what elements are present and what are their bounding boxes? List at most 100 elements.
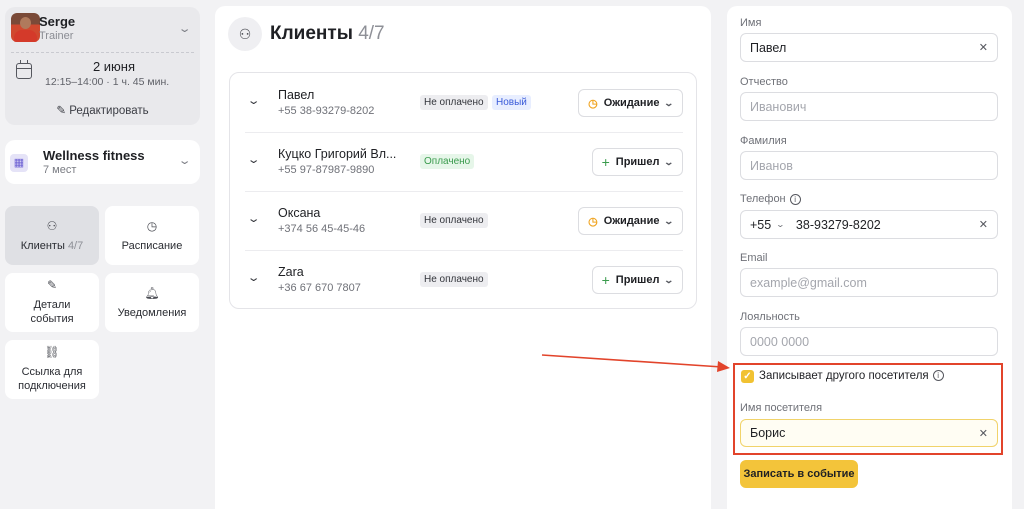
other-visitor-label: Записывает другого посетителя i [759, 370, 944, 382]
plus-icon: + [601, 272, 610, 288]
edit-label: Редактировать [69, 105, 149, 117]
submit-button[interactable]: Записать в событие [740, 460, 858, 488]
status-dropdown[interactable]: ◷ Ожидание ⌄ [578, 89, 683, 117]
nav-tile-clients[interactable]: ⚇ Клиенты 4/7 [5, 206, 99, 265]
info-icon[interactable]: i [789, 193, 801, 205]
status-label: Пришел [615, 274, 660, 286]
annotation-arrow [541, 354, 730, 372]
users-icon: ⚇ [228, 17, 262, 51]
chevron-down-icon: ⌄ [663, 97, 675, 108]
client-name: Павел [278, 88, 315, 102]
clients-title: Клиенты [270, 23, 353, 44]
list-item[interactable]: ⌄ Павел +55 38-93279-8202 Не оплачено Но… [245, 74, 683, 133]
middle-name-field[interactable]: Иванович [740, 92, 998, 121]
edit-event-button[interactable]: ✎ Редактировать [5, 103, 200, 117]
nav-schedule-label: Расписание [121, 240, 183, 252]
chevron-down-icon[interactable]: ⌄ [247, 212, 261, 225]
nav-clients-count: 4/7 [67, 240, 84, 252]
middle-name-placeholder: Иванович [750, 99, 807, 114]
status-dropdown[interactable]: ◷ Ожидание ⌄ [578, 207, 683, 235]
phone-label-text: Телефон [740, 193, 786, 205]
last-name-label: Фамилия [740, 135, 787, 147]
middle-name-label: Отчество [740, 76, 788, 88]
nav-tile-notifications[interactable]: 🔔︎ Уведомления [105, 273, 199, 332]
clear-icon[interactable]: ✕ [979, 427, 988, 440]
client-phone: +55 97-87987-9890 [278, 164, 375, 176]
client-name: Zara [278, 265, 304, 279]
other-visitor-label-text: Записывает другого посетителя [759, 370, 929, 382]
clear-icon[interactable]: ✕ [979, 41, 988, 54]
client-name: Оксана [278, 206, 321, 220]
chevron-down-icon[interactable]: ⌄ [776, 220, 785, 229]
payment-badge: Оплачено [420, 154, 475, 169]
trainer-name: Serge [39, 14, 76, 29]
pencil-icon: ✎ [56, 105, 70, 117]
phone-value: 38-93279-8202 [795, 217, 881, 232]
other-visitor-checkbox[interactable]: ✓ [741, 370, 754, 383]
clock-icon: ◷ [146, 219, 158, 233]
clear-icon[interactable]: ✕ [979, 218, 988, 231]
gym-chevron-down-icon[interactable]: ⌄ [178, 154, 192, 167]
chevron-down-icon: ⌄ [663, 215, 675, 226]
client-phone: +36 67 670 7807 [278, 282, 361, 294]
nav-tile-details[interactable]: ✎ Детали события [5, 273, 99, 332]
last-name-placeholder: Иванов [750, 158, 793, 173]
email-field[interactable]: example@gmail.com [740, 268, 998, 297]
event-time: 12:15–14:00 · 1 ч. 45 мин. [45, 76, 170, 88]
trainer-role: Trainer [39, 30, 74, 42]
phone-field[interactable]: +55 ⌄ 38-93279-8202 ✕ [740, 210, 998, 239]
client-phone: +374 56 45-45-46 [278, 223, 366, 235]
calendar-icon: ▦ [10, 154, 28, 172]
new-badge: Новый [492, 95, 531, 110]
nav-tile-schedule[interactable]: ◷ Расписание [105, 206, 199, 265]
nav-notifications-label: Уведомления [117, 307, 187, 319]
clients-list: ⌄ Павел +55 38-93279-8202 Не оплачено Но… [229, 72, 697, 309]
first-name-label: Имя [740, 17, 762, 29]
chevron-down-icon[interactable]: ⌄ [247, 94, 261, 107]
visitor-name-value: Борис [750, 426, 786, 440]
status-label: Ожидание [603, 97, 660, 109]
country-code-select[interactable]: +55 [750, 218, 771, 232]
nav-clients-label: Клиенты [20, 240, 65, 252]
payment-badge: Не оплачено [420, 95, 488, 110]
document-edit-icon: ✎ [46, 278, 58, 292]
gym-places: 7 мест [43, 164, 77, 176]
client-name: Куцко Григорий Вл... [278, 147, 397, 161]
status-label: Ожидание [603, 215, 660, 227]
chevron-down-icon[interactable]: ⌄ [247, 271, 261, 284]
chevron-down-icon[interactable]: ⌄ [247, 153, 261, 166]
chevron-down-icon: ⌄ [663, 274, 675, 285]
plus-icon: + [601, 154, 610, 170]
phone-label: Телефон i [740, 193, 801, 205]
status-dropdown[interactable]: + Пришел ⌄ [591, 266, 683, 294]
list-item[interactable]: ⌄ Оксана +374 56 45-45-46 Не оплачено ◷ … [245, 192, 683, 251]
status-dropdown[interactable]: + Пришел ⌄ [591, 148, 683, 176]
loyalty-field[interactable]: 0000 0000 [740, 327, 998, 356]
info-icon[interactable]: i [932, 370, 944, 382]
trainer-avatar [11, 13, 40, 42]
clock-icon: ◷ [588, 215, 598, 228]
visitor-name-label: Имя посетителя [740, 402, 823, 414]
gym-name: Wellness fitness [43, 148, 145, 163]
link-icon: ⛓ [44, 345, 60, 359]
status-label: Пришел [615, 156, 660, 168]
users-icon: ⚇ [46, 219, 58, 233]
list-item[interactable]: ⌄ Куцко Григорий Вл... +55 97-87987-9890… [245, 133, 683, 192]
client-phone: +55 38-93279-8202 [278, 105, 375, 117]
nav-details-label: Детали события [30, 299, 74, 325]
list-item[interactable]: ⌄ Zara +36 67 670 7807 Не оплачено + При… [245, 251, 683, 310]
email-placeholder: example@gmail.com [750, 275, 867, 290]
event-date: 2 июня [92, 59, 136, 74]
email-label: Email [740, 252, 768, 264]
clock-icon: ◷ [588, 97, 598, 110]
visitor-name-field[interactable]: Борис ✕ [740, 419, 998, 447]
clients-count: 4/7 [358, 23, 385, 44]
payment-badge: Не оплачено [420, 213, 488, 228]
loyalty-label: Лояльность [740, 311, 800, 323]
nav-tile-link[interactable]: ⛓ Ссылка для подключения [5, 340, 99, 399]
page-title: Клиенты 4/7 [270, 23, 385, 45]
last-name-field[interactable]: Иванов [740, 151, 998, 180]
bell-icon: 🔔︎ [144, 286, 160, 300]
first-name-field[interactable]: Павел ✕ [740, 33, 998, 62]
trainer-chevron-down-icon[interactable]: ⌄ [178, 22, 192, 35]
